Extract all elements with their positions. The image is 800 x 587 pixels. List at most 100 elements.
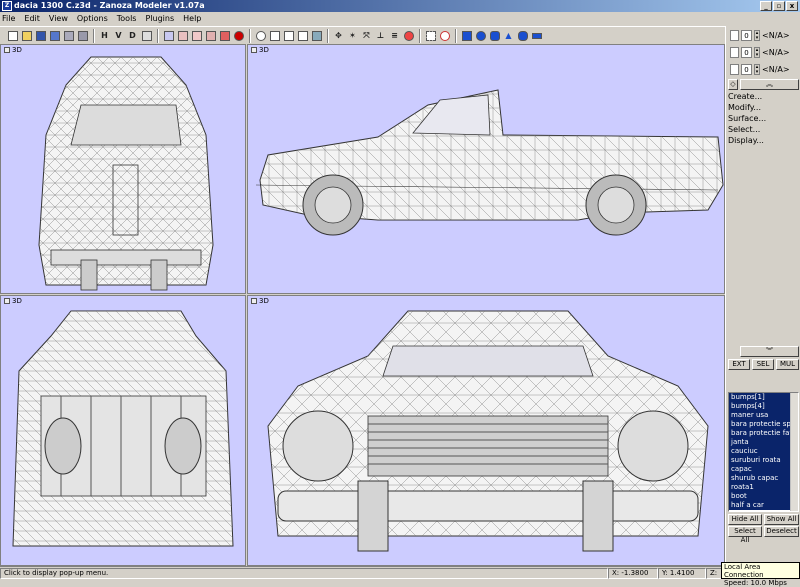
zoom-icon[interactable]	[254, 29, 267, 42]
viewport-label: 3D	[4, 297, 22, 305]
spinner-icon[interactable]: ▴ ▾	[754, 30, 760, 41]
box-primitive-icon[interactable]	[460, 29, 473, 42]
rotate-view-icon[interactable]	[282, 29, 295, 42]
face-mode-icon[interactable]	[190, 29, 203, 42]
mesh-tool-icon[interactable]	[140, 29, 153, 42]
move-tool-icon[interactable]: ✥	[332, 29, 345, 42]
spinner-icon[interactable]: ▴ ▾	[754, 47, 760, 58]
title-bar: Z dacia 1300 C.z3d - Zanoza Modeler v1.0…	[0, 0, 800, 12]
selector-number[interactable]: 0	[741, 30, 752, 41]
list-item[interactable]: bara protectie fat	[729, 429, 792, 438]
delete-icon[interactable]	[218, 29, 231, 42]
command-create[interactable]: Create...	[728, 92, 762, 101]
save-icon[interactable]	[34, 29, 47, 42]
rotate-tool-icon[interactable]: ✶	[346, 29, 359, 42]
hide-all-button[interactable]: Hide All	[728, 514, 762, 525]
scale-tool-icon[interactable]: ⤧	[360, 29, 373, 42]
export-icon[interactable]	[76, 29, 89, 42]
align-tool-icon[interactable]: ≡	[388, 29, 401, 42]
minimize-button[interactable]: _	[760, 1, 772, 11]
list-item[interactable]: bara protectie sps	[729, 420, 792, 429]
command-surface[interactable]: Surface...	[728, 114, 766, 123]
new-file-icon[interactable]	[6, 29, 19, 42]
command-select[interactable]: Select...	[728, 125, 760, 134]
camera-icon[interactable]	[296, 29, 309, 42]
viewport-top-left[interactable]: 3D	[0, 44, 246, 294]
cylinder-primitive-icon[interactable]	[488, 29, 501, 42]
spinner-icon[interactable]: ▴ ▾	[754, 64, 760, 75]
list-item[interactable]: janta	[729, 438, 792, 447]
maximize-button[interactable]: ▫	[773, 1, 785, 11]
object-list[interactable]: bumps[1] bumps[4] maner usa bara protect…	[728, 392, 799, 512]
view-v-button[interactable]: V	[112, 29, 125, 42]
list-item[interactable]: cauciuc	[729, 447, 792, 456]
save-as-icon[interactable]	[48, 29, 61, 42]
collapse-up-icon[interactable]: ︽	[740, 79, 799, 90]
menu-file[interactable]: File	[2, 14, 15, 23]
viewport-label: 3D	[251, 46, 269, 54]
selector-checkbox[interactable]	[730, 64, 739, 75]
open-folder-icon[interactable]	[20, 29, 33, 42]
toolbar-separator	[327, 28, 329, 43]
select-all-button[interactable]: Select All	[728, 526, 762, 544]
toolbar-separator	[157, 28, 159, 43]
mul-button[interactable]: MUL	[776, 359, 799, 370]
show-all-button[interactable]: Show All	[764, 514, 799, 525]
viewport-bottom-left[interactable]: 3D	[0, 295, 246, 566]
plane-primitive-icon[interactable]	[530, 29, 543, 42]
mirror-tool-icon[interactable]: ⊥	[374, 29, 387, 42]
list-scrollbar[interactable]	[790, 393, 798, 511]
view-d-button[interactable]: D	[126, 29, 139, 42]
list-item[interactable]: half a car	[729, 501, 792, 510]
close-button[interactable]: x	[786, 1, 798, 11]
viewport-top-right[interactable]: 3D	[247, 44, 725, 294]
menu-help[interactable]: Help	[183, 14, 201, 23]
selector-checkbox[interactable]	[730, 30, 739, 41]
panel-back-icon[interactable]: ◇	[728, 79, 738, 90]
viewport-bottom-right[interactable]: 3D	[247, 295, 725, 566]
list-item[interactable]: bumps[1]	[729, 393, 792, 402]
selector-value: <N/A>	[762, 31, 790, 40]
cone-primitive-icon[interactable]: ▲	[502, 29, 515, 42]
list-item[interactable]: shurub capac	[729, 474, 792, 483]
menu-options[interactable]: Options	[77, 14, 108, 23]
sphere-primitive-icon[interactable]	[474, 29, 487, 42]
ext-button[interactable]: EXT	[728, 359, 750, 370]
selector-number[interactable]: 0	[741, 47, 752, 58]
list-item[interactable]: roata1	[729, 483, 792, 492]
command-display[interactable]: Display...	[728, 136, 764, 145]
toolbar-separator	[93, 28, 95, 43]
command-modify[interactable]: Modify...	[728, 103, 761, 112]
edge-mode-icon[interactable]	[176, 29, 189, 42]
import-icon[interactable]	[62, 29, 75, 42]
menu-plugins[interactable]: Plugins	[145, 14, 174, 23]
list-item[interactable]: boot	[729, 492, 792, 501]
selector-number[interactable]: 0	[741, 64, 752, 75]
pivot-icon[interactable]	[438, 29, 451, 42]
object-mode-icon[interactable]	[204, 29, 217, 42]
selector-row: 0 ▴ ▾ <N/A>	[730, 63, 798, 76]
car-side-view	[255, 89, 724, 236]
list-item[interactable]: maner usa	[729, 411, 792, 420]
view-h-button[interactable]: H	[98, 29, 111, 42]
sel-button[interactable]: SEL	[752, 359, 774, 370]
list-item[interactable]: suruburi roata	[729, 456, 792, 465]
torus-primitive-icon[interactable]	[516, 29, 529, 42]
texture-icon[interactable]	[310, 29, 323, 42]
render-sphere-icon[interactable]	[232, 29, 245, 42]
menu-edit[interactable]: Edit	[24, 14, 40, 23]
weld-tool-icon[interactable]	[402, 29, 415, 42]
selector-row: 0 ▴ ▾ <N/A>	[730, 29, 798, 42]
pan-icon[interactable]	[268, 29, 281, 42]
list-item[interactable]: capac	[729, 465, 792, 474]
menu-view[interactable]: View	[49, 14, 68, 23]
vertex-mode-icon[interactable]	[162, 29, 175, 42]
deselect-button[interactable]: Deselect	[764, 526, 799, 537]
list-item[interactable]: bumps[4]	[729, 402, 792, 411]
expand-down-icon[interactable]: ︾	[740, 346, 799, 357]
select-region-icon[interactable]	[424, 29, 437, 42]
status-hint: Click to display pop-up menu.	[0, 567, 608, 579]
viewport-label: 3D	[4, 46, 22, 54]
menu-tools[interactable]: Tools	[117, 14, 137, 23]
selector-checkbox[interactable]	[730, 47, 739, 58]
